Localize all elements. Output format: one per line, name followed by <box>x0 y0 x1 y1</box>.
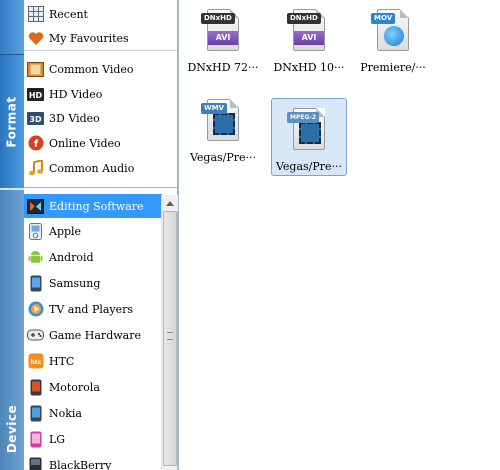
device-item-apple[interactable]: Apple <box>24 219 162 243</box>
format-tile-premiere[interactable]: MOV Premiere/··· <box>355 0 431 78</box>
tab-format-label: Format <box>5 95 19 148</box>
format-tile-vegas-wmv[interactable]: WMV Vegas/Pre··· <box>185 90 261 168</box>
format-tab-top[interactable] <box>0 0 24 55</box>
format-item-label: Online Video <box>49 136 121 150</box>
scroll-up-arrow-icon[interactable] <box>162 195 178 211</box>
device-item-label: BlackBerry <box>49 458 112 470</box>
online-f-icon: f <box>27 135 44 152</box>
format-badge: WMV <box>201 103 228 114</box>
mpeg2-file-icon: MPEG-2 <box>287 108 331 152</box>
avi-file-icon: DNxHD AVI <box>287 9 331 53</box>
tv-player-icon <box>27 301 44 318</box>
format-badge: MPEG-2 <box>287 112 320 123</box>
htc-icon: htc <box>27 353 44 370</box>
device-item-label: Motorola <box>49 380 100 394</box>
format-category-list: Recent My Favourites Common Video HD HD … <box>24 0 178 188</box>
mov-quicktime-icon: MOV <box>371 9 415 53</box>
device-item-blackberry[interactable]: BlackBerry <box>24 453 162 470</box>
format-tile-caption: DNxHD 72··· <box>187 61 259 74</box>
format-strip: AVI <box>208 31 238 45</box>
lg-phone-icon <box>27 431 44 448</box>
device-item-samsung[interactable]: Samsung <box>24 271 162 295</box>
device-item-label: TV and Players <box>49 302 134 316</box>
device-item-editing-software[interactable]: Editing Software <box>24 194 162 218</box>
3d-icon: 3D <box>27 110 44 127</box>
format-badge: MOV <box>371 13 396 24</box>
format-item-favourites[interactable]: My Favourites <box>24 26 162 50</box>
svg-text:f: f <box>33 139 38 150</box>
tab-device-label: Device <box>5 404 20 454</box>
format-item-label: Common Audio <box>49 161 135 175</box>
blackberry-icon <box>27 457 44 470</box>
format-tile-caption: Premiere/··· <box>360 61 426 74</box>
format-item-online-video[interactable]: f Online Video <box>24 131 162 155</box>
format-item-label: 3D Video <box>49 111 100 125</box>
format-tile-caption: Vegas/Pre··· <box>189 151 257 164</box>
device-item-android[interactable]: Android <box>24 245 162 269</box>
format-tile-vegas-mpeg2[interactable]: MPEG-2 Vegas/Pre··· <box>271 98 347 176</box>
format-item-hd-video[interactable]: HD HD Video <box>24 82 162 106</box>
format-item-3d-video[interactable]: 3D 3D Video <box>24 106 162 130</box>
device-item-label: Samsung <box>49 276 101 290</box>
format-tile-dnxhd-10[interactable]: DNxHD AVI DNxHD 10··· <box>271 0 347 78</box>
avi-file-icon: DNxHD AVI <box>201 9 245 53</box>
format-grid: DNxHD AVI DNxHD 72··· DNxHD AVI DNxHD 10… <box>178 0 500 470</box>
tab-device[interactable]: Device <box>0 188 24 470</box>
format-item-label: Common Video <box>49 62 134 76</box>
device-category-list: Editing Software Apple Android Samsung T… <box>24 188 178 470</box>
motorola-phone-icon <box>27 379 44 396</box>
svg-text:3D: 3D <box>29 115 42 124</box>
device-item-label: Nokia <box>49 406 82 420</box>
format-badge: DNxHD <box>287 13 321 24</box>
device-item-label: Apple <box>49 224 82 238</box>
device-item-label: LG <box>49 432 66 446</box>
format-strip: AVI <box>294 31 324 45</box>
format-item-common-video[interactable]: Common Video <box>24 57 162 81</box>
format-badge: DNxHD <box>201 13 235 24</box>
nokia-phone-icon <box>27 405 44 422</box>
gamepad-icon <box>27 327 44 344</box>
scroll-thumb[interactable] <box>163 211 177 466</box>
heart-icon <box>27 30 44 47</box>
device-list-scrollbar[interactable] <box>161 195 178 470</box>
music-note-icon <box>27 160 44 177</box>
device-item-game-hardware[interactable]: Game Hardware <box>24 323 162 347</box>
device-item-lg[interactable]: LG <box>24 427 162 451</box>
hd-icon: HD <box>27 86 44 103</box>
svg-text:htc: htc <box>30 359 41 366</box>
device-item-label: HTC <box>49 354 75 368</box>
device-item-tv-players[interactable]: TV and Players <box>24 297 162 321</box>
format-tile-caption: Vegas/Pre··· <box>275 160 343 173</box>
format-item-recent[interactable]: Recent <box>24 2 162 26</box>
device-item-label: Game Hardware <box>49 328 141 342</box>
format-item-label: Recent <box>49 7 88 21</box>
device-item-htc[interactable]: htc HTC <box>24 349 162 373</box>
device-item-nokia[interactable]: Nokia <box>24 401 162 425</box>
ipod-icon <box>27 222 44 240</box>
format-item-label: My Favourites <box>49 31 129 45</box>
svg-text:HD: HD <box>29 91 43 100</box>
recent-grid-icon <box>27 6 44 23</box>
editing-software-icon <box>27 198 44 215</box>
android-icon <box>27 249 44 266</box>
format-tile-dnxhd-72[interactable]: DNxHD AVI DNxHD 72··· <box>185 0 261 78</box>
wmv-file-icon: WMV <box>201 99 245 143</box>
device-item-motorola[interactable]: Motorola <box>24 375 162 399</box>
tab-format[interactable]: Format <box>0 55 24 188</box>
device-item-label: Editing Software <box>49 199 144 213</box>
device-item-label: Android <box>49 250 94 264</box>
format-tile-caption: DNxHD 10··· <box>273 61 345 74</box>
format-item-common-audio[interactable]: Common Audio <box>24 156 162 180</box>
film-icon <box>27 61 44 78</box>
format-item-label: HD Video <box>49 87 103 101</box>
phone-icon <box>27 275 44 292</box>
